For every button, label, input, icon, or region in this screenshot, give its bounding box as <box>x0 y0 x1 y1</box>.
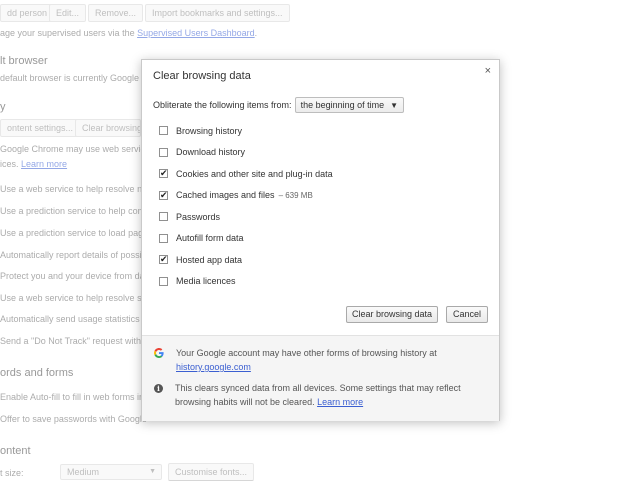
hosted-app-label: Hosted app data <box>176 254 243 265</box>
download-history-checkbox[interactable]: ✔ <box>159 147 168 157</box>
cookies-label: Cookies and other site and plug-in data <box>176 168 333 179</box>
sync-text: This clears synced data from all devices… <box>175 381 485 409</box>
dialog-title: Clear browsing data <box>153 70 251 82</box>
data-type-list: ✔ Browsing history ✔ Download history ✔ … <box>159 120 333 292</box>
data-item-hosted-app[interactable]: ✔ Hosted app data <box>159 249 333 271</box>
time-range-value: the beginning of time <box>300 100 385 110</box>
download-history-label: Download history <box>176 147 246 158</box>
time-range-row: Obliterate the following items from: the… <box>153 97 405 113</box>
dialog-footer: Your Google account may have other forms… <box>142 335 499 421</box>
passwords-label: Passwords <box>176 211 221 222</box>
cached-images-label: Cached images and files <box>176 190 275 201</box>
time-range-select[interactable]: the beginning of time ▼ <box>294 97 405 113</box>
google-account-message: Your Google account may have other forms… <box>176 348 437 358</box>
passwords-checkbox[interactable]: ✔ <box>159 212 168 222</box>
cache-size-text: – 639 MB <box>278 190 313 200</box>
google-account-text: Your Google account may have other forms… <box>176 346 486 374</box>
chevron-down-icon: ▼ <box>390 100 399 110</box>
data-item-browsing-history[interactable]: ✔ Browsing history <box>159 120 333 142</box>
data-item-download-history[interactable]: ✔ Download history <box>159 142 333 164</box>
hosted-app-checkbox[interactable]: ✔ <box>159 254 168 265</box>
sync-learn-more-link[interactable]: Learn more <box>317 397 363 407</box>
close-icon[interactable]: × <box>485 65 491 77</box>
data-item-media-licences[interactable]: ✔ Media licences <box>159 271 333 293</box>
media-licences-checkbox[interactable]: ✔ <box>159 276 168 286</box>
clear-browsing-data-dialog: Clear browsing data × Obliterate the fol… <box>141 59 500 421</box>
browsing-history-checkbox[interactable]: ✔ <box>159 126 168 136</box>
data-item-cached-images[interactable]: ✔ Cached images and files – 639 MB <box>159 185 333 207</box>
google-icon <box>154 348 164 358</box>
data-item-passwords[interactable]: ✔ Passwords <box>159 206 333 228</box>
checkmark-icon: ✔ <box>160 254 168 265</box>
autofill-checkbox[interactable]: ✔ <box>159 233 168 243</box>
cookies-checkbox[interactable]: ✔ <box>159 168 168 179</box>
media-licences-label: Media licences <box>176 276 236 287</box>
info-icon: i <box>154 384 163 393</box>
checkmark-icon: ✔ <box>160 168 168 179</box>
cancel-button[interactable]: Cancel <box>446 306 488 323</box>
sync-notice: i This clears synced data from all devic… <box>154 381 485 409</box>
autofill-label: Autofill form data <box>176 233 244 244</box>
clear-browsing-data-button[interactable]: Clear browsing data <box>346 306 438 323</box>
data-item-autofill[interactable]: ✔ Autofill form data <box>159 228 333 250</box>
obliterate-label: Obliterate the following items from: <box>153 100 292 110</box>
cached-images-checkbox[interactable]: ✔ <box>159 189 168 200</box>
data-item-cookies[interactable]: ✔ Cookies and other site and plug-in dat… <box>159 163 333 185</box>
browsing-history-label: Browsing history <box>176 125 243 136</box>
google-account-notice: Your Google account may have other forms… <box>154 346 486 374</box>
history-google-link[interactable]: history.google.com <box>176 362 251 372</box>
checkmark-icon: ✔ <box>160 189 168 200</box>
